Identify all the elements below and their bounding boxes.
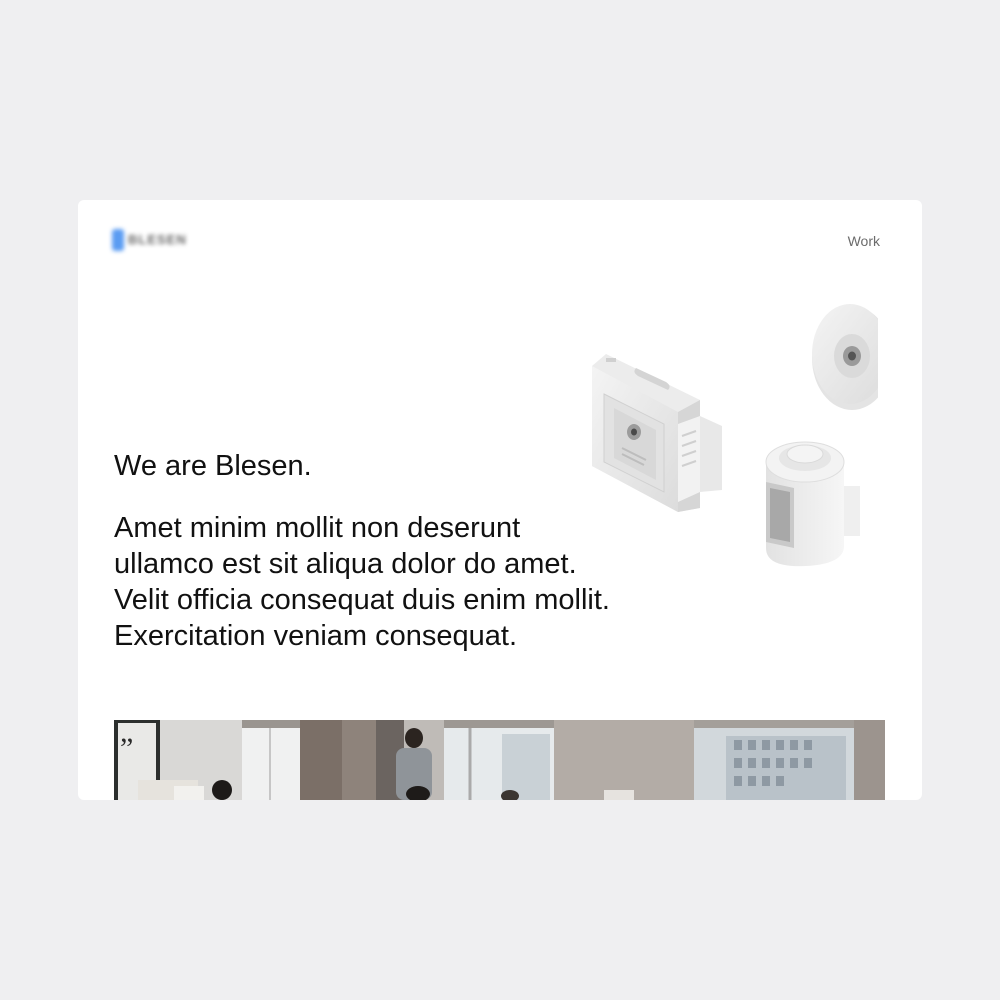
hero-body: Amet minim mollit non deserunt ullamco e… <box>114 510 714 654</box>
hero-body-line: Velit officia consequat duis enim mollit… <box>114 584 610 616</box>
logo-mark-icon <box>112 229 124 251</box>
hero-body-line: Amet minim mollit non deserunt <box>114 512 521 544</box>
page-card: BLESEN Work We are Blesen. Amet minim mo… <box>78 200 922 800</box>
hero-title: We are Blesen. <box>114 450 312 482</box>
smart-camera-device-icon <box>592 354 722 512</box>
logo-wordmark: BLESEN <box>128 232 187 247</box>
quote-mark: ” <box>120 732 133 765</box>
cylinder-sensor-icon <box>765 441 860 567</box>
office-team-photo: ” <box>114 720 885 800</box>
round-sensor-icon <box>812 304 878 410</box>
nav-link-work[interactable]: Work <box>848 233 880 249</box>
brand-logo[interactable]: BLESEN <box>112 228 212 252</box>
hero-body-line: ullamco est sit aliqua dolor do amet. <box>114 548 577 580</box>
hero-body-line: Exercitation veniam consequat. <box>114 620 517 652</box>
